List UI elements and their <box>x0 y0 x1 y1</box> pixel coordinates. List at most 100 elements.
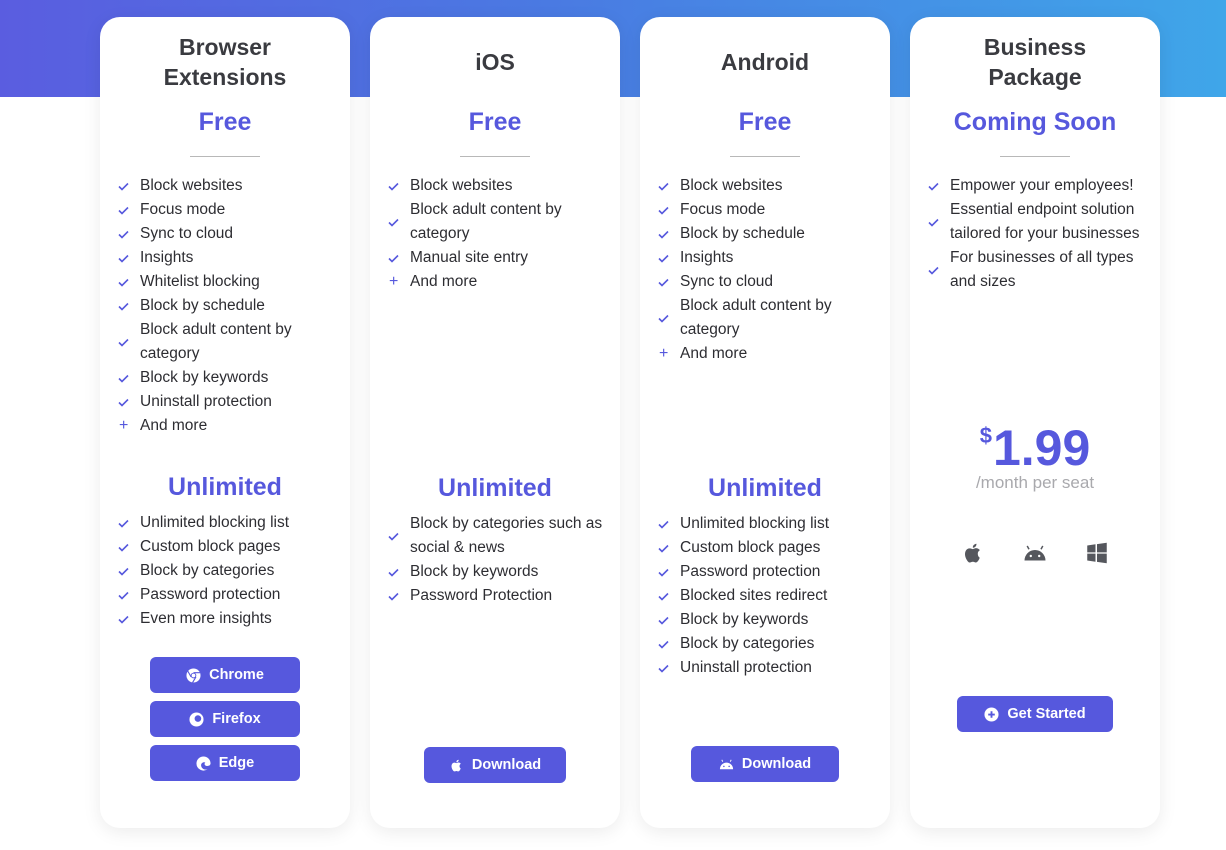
get-started-button[interactable]: Get Started <box>957 696 1113 732</box>
feature-item: Manual site entry <box>388 246 610 270</box>
feature-item: Password Protection <box>388 584 610 608</box>
get-started-label: Get Started <box>1007 706 1086 722</box>
feature-list-free: Block websites Block adult content by cat… <box>370 174 620 294</box>
card-business-package: Business Package Coming Soon Empower you… <box>910 17 1160 828</box>
feature-text: Even more insights <box>140 610 272 627</box>
tier-label-unlimited: Unlimited <box>438 474 552 502</box>
firefox-label: Firefox <box>212 711 261 727</box>
plus-circle-icon <box>984 706 999 722</box>
price: $ 1.99 <box>980 421 1091 475</box>
unlimited-section: Unlimited Block by categories such as so… <box>370 473 620 608</box>
feature-text: Uninstall protection <box>140 393 272 410</box>
feature-text: Unlimited blocking list <box>680 515 830 532</box>
card-android: Android Free Block websites Focus mode Blo… <box>640 17 890 828</box>
chrome-button[interactable]: Chrome <box>150 657 300 693</box>
check-icon <box>388 218 410 227</box>
windows-icon <box>1085 541 1109 570</box>
check-icon <box>658 544 680 553</box>
apple-icon <box>451 759 461 771</box>
feature-text: Password protection <box>140 586 281 603</box>
plus-icon: + <box>119 417 129 434</box>
check-icon <box>118 519 140 528</box>
feature-text: And more <box>140 417 208 434</box>
feature-text: Block by categories such as social & new… <box>410 515 603 556</box>
feature-item: Insights <box>118 246 340 270</box>
check-icon <box>118 591 140 600</box>
feature-text: Block websites <box>140 177 243 194</box>
feature-item: Empower your employees! <box>928 174 1150 198</box>
feature-list-free: Block websites Focus mode Sync to cloud Ins… <box>100 174 350 438</box>
feature-item: Block websites <box>658 174 880 198</box>
feature-text: Block adult content by category <box>410 201 562 242</box>
feature-text: Block by keywords <box>680 611 809 628</box>
check-icon <box>928 182 950 191</box>
feature-text: Block by keywords <box>410 563 539 580</box>
feature-list-free: Block websites Focus mode Block by schedul… <box>640 174 890 366</box>
feature-item: Block by schedule <box>118 294 340 318</box>
feature-text: Block by schedule <box>680 225 805 242</box>
check-icon <box>388 254 410 263</box>
feature-item: Unlimited blocking list <box>658 512 880 536</box>
card-browser-extensions: Browser Extensions Free Block websites Fo… <box>100 17 350 828</box>
ios-download-button[interactable]: Download <box>424 747 566 783</box>
feature-text: Essential endpoint solution tailored for… <box>950 201 1140 242</box>
divider <box>730 156 800 157</box>
feature-item: Uninstall protection <box>118 390 340 414</box>
feature-item: Block adult content by category <box>118 318 340 366</box>
price-currency: $ <box>979 423 992 448</box>
browser-buttons: Chrome Firefox Edge <box>150 657 300 789</box>
check-icon <box>118 278 140 287</box>
feature-text: Uninstall protection <box>680 659 812 676</box>
feature-text: Custom block pages <box>680 539 821 556</box>
chrome-label: Chrome <box>209 667 264 683</box>
feature-text: Block adult content by category <box>140 321 292 362</box>
feature-text: Custom block pages <box>140 538 281 555</box>
tier-label-free: Free <box>738 108 792 136</box>
firefox-button[interactable]: Firefox <box>150 701 300 737</box>
android-icon <box>1023 541 1047 570</box>
feature-text: Block adult content by category <box>680 297 832 338</box>
check-icon <box>658 664 680 673</box>
feature-item: Even more insights <box>118 607 340 631</box>
feature-item: Unlimited blocking list <box>118 511 340 535</box>
feature-list-unlimited: Unlimited blocking list Custom block page… <box>100 511 350 631</box>
price-block: $ 1.99 /month per seat <box>910 421 1160 493</box>
feature-list-unlimited: Unlimited blocking list Custom block page… <box>640 512 890 680</box>
edge-button[interactable]: Edge <box>150 745 300 781</box>
feature-text: Password Protection <box>410 587 553 604</box>
edge-label: Edge <box>218 755 255 771</box>
android-download-button[interactable]: Download <box>691 746 839 782</box>
feature-text: Insights <box>680 249 734 266</box>
feature-text: Sync to cloud <box>680 273 774 290</box>
feature-text: Block websites <box>410 177 513 194</box>
feature-item: Uninstall protection <box>658 656 880 680</box>
feature-item: Block adult content by category <box>388 198 610 246</box>
android-download-label: Download <box>741 756 812 772</box>
card-title: Browser Extensions <box>163 34 287 90</box>
check-icon <box>658 640 680 649</box>
divider <box>190 156 260 157</box>
feature-item: + And more <box>658 342 880 366</box>
divider <box>1000 156 1070 157</box>
feature-text: And more <box>410 273 478 290</box>
check-icon <box>118 398 140 407</box>
plus-icon: + <box>389 273 399 290</box>
card-ios: iOS Free Block websites Block adult conte… <box>370 17 620 828</box>
check-icon <box>658 616 680 625</box>
feature-text: Sync to cloud <box>140 225 234 242</box>
android-icon <box>719 759 733 769</box>
feature-item: Block websites <box>118 174 340 198</box>
check-icon <box>928 218 950 227</box>
check-icon <box>928 266 950 275</box>
check-icon <box>658 568 680 577</box>
feature-item: Block by keywords <box>388 560 610 584</box>
feature-text: Focus mode <box>140 201 226 218</box>
card-title: iOS <box>475 49 515 75</box>
check-icon <box>658 314 680 323</box>
check-icon <box>118 567 140 576</box>
feature-item: Blocked sites redirect <box>658 584 880 608</box>
check-icon <box>658 278 680 287</box>
feature-text: Password protection <box>680 563 821 580</box>
feature-list-business: Empower your employees! Essential endpoin… <box>910 174 1160 294</box>
check-icon <box>388 532 410 541</box>
